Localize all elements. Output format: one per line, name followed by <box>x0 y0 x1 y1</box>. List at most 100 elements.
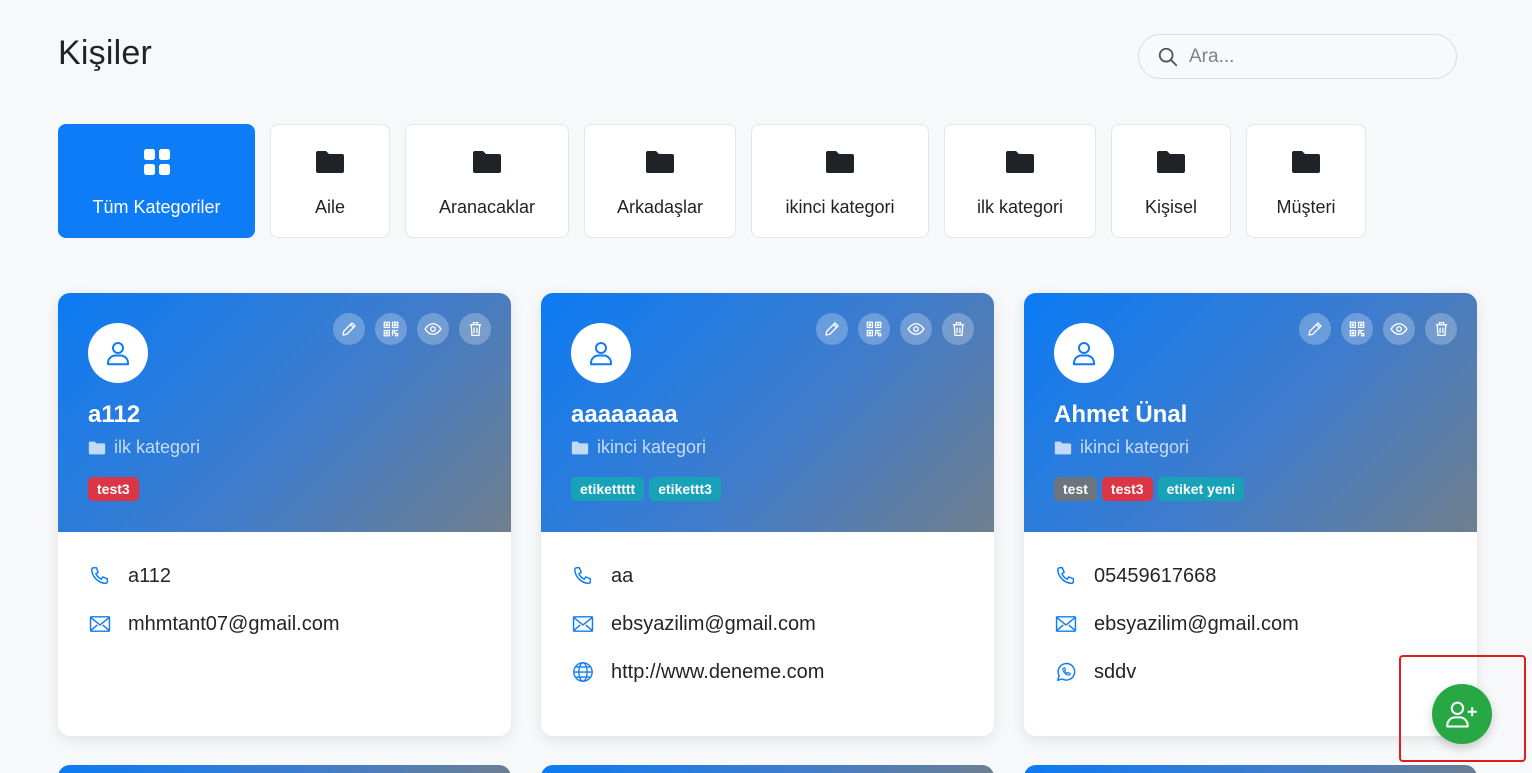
search-icon <box>1158 47 1178 66</box>
contact-card: a112 ilk kategori test3 a112 mhmtant07@g… <box>58 293 511 736</box>
category-aranacaklar[interactable]: Aranacaklar <box>405 124 569 238</box>
contact-category: ikinci kategori <box>1054 437 1189 458</box>
folder-icon <box>826 151 854 173</box>
category-label: Müşteri <box>1276 197 1336 217</box>
tag-badge: test3 <box>88 477 139 501</box>
tag-badge: etikettttt <box>571 477 645 501</box>
contact-card-header: Ahmet Ünal ikinci kategori test test3 et… <box>1024 293 1477 532</box>
phone-icon <box>574 567 592 585</box>
view-button[interactable] <box>900 313 932 345</box>
contact-category: ilk kategori <box>88 437 200 458</box>
category-musteri[interactable]: Müşteri <box>1246 124 1366 238</box>
folder-icon <box>88 441 106 454</box>
contact-card-header: aaaaaaaa ikinci kategori etikettttt etik… <box>541 293 994 532</box>
qr-code-button[interactable] <box>858 313 890 345</box>
category-aile[interactable]: Aile <box>270 124 390 238</box>
delete-button[interactable] <box>1425 313 1457 345</box>
edit-button[interactable] <box>333 313 365 345</box>
search-box[interactable] <box>1138 34 1457 79</box>
user-icon <box>590 342 612 366</box>
contact-name: a112 <box>88 401 141 428</box>
contact-category-label: ikinci kategori <box>1080 437 1190 457</box>
edit-button[interactable] <box>816 313 848 345</box>
phone-icon <box>91 567 109 585</box>
folder-icon <box>1157 151 1185 173</box>
avatar <box>1054 323 1114 383</box>
folder-icon <box>1292 151 1320 173</box>
folder-icon <box>316 151 344 173</box>
tag-badge: etiket yeni <box>1157 477 1245 501</box>
contact-category: ikinci kategori <box>571 437 706 458</box>
envelope-icon <box>1055 616 1077 632</box>
add-contact-button[interactable] <box>1432 684 1492 744</box>
qr-code-icon <box>866 321 882 337</box>
user-icon <box>1073 342 1095 366</box>
phone-icon <box>1057 567 1075 585</box>
category-all[interactable]: Tüm Kategoriler <box>58 124 255 238</box>
contact-card-partial <box>1024 765 1477 773</box>
avatar <box>88 323 148 383</box>
trash-icon <box>1435 321 1447 337</box>
avatar <box>571 323 631 383</box>
contact-phone[interactable]: 05459617668 <box>1094 565 1216 588</box>
eye-icon <box>424 323 442 335</box>
contact-card-header: a112 ilk kategori test3 <box>58 293 511 532</box>
contact-phone[interactable]: a112 <box>128 565 171 588</box>
category-label: Aranacaklar <box>438 197 536 217</box>
user-plus-icon <box>1446 701 1477 728</box>
qr-code-icon <box>1349 321 1365 337</box>
contact-name: aaaaaaaa <box>571 401 678 428</box>
grid-icon <box>143 149 170 175</box>
contact-card-partial <box>58 765 511 773</box>
view-button[interactable] <box>1383 313 1415 345</box>
folder-icon <box>473 151 501 173</box>
category-label: Arkadaşlar <box>616 197 704 217</box>
eye-icon <box>1390 323 1408 335</box>
folder-icon <box>1006 151 1034 173</box>
contact-email[interactable]: mhmtant07@gmail.com <box>128 613 339 636</box>
page-title: Kişiler <box>58 34 152 72</box>
category-arkadaslar[interactable]: Arkadaşlar <box>584 124 736 238</box>
contact-email[interactable]: ebsyazilim@gmail.com <box>1094 613 1299 636</box>
category-ikinci-kategori[interactable]: ikinci kategori <box>751 124 929 238</box>
contact-card-partial <box>541 765 994 773</box>
category-label: Kişisel <box>1144 197 1197 217</box>
envelope-icon <box>572 616 594 632</box>
tag-badge: etikettt3 <box>649 477 721 501</box>
contact-category-label: ilk kategori <box>114 437 201 457</box>
category-label: ikinci kategori <box>785 197 895 217</box>
search-input[interactable] <box>1189 45 1429 68</box>
trash-icon <box>952 321 964 337</box>
eye-icon <box>907 323 925 335</box>
pencil-icon <box>342 322 356 336</box>
qr-code-icon <box>383 321 399 337</box>
folder-icon <box>1054 441 1072 454</box>
folder-icon <box>646 151 674 173</box>
tag-badge: test3 <box>1101 477 1153 501</box>
delete-button[interactable] <box>942 313 974 345</box>
tag-badge: test <box>1054 477 1097 501</box>
user-icon <box>107 342 129 366</box>
view-button[interactable] <box>417 313 449 345</box>
contact-website[interactable]: http://www.deneme.com <box>611 661 824 684</box>
category-ilk-kategori[interactable]: ilk kategori <box>944 124 1096 238</box>
envelope-icon <box>89 616 111 632</box>
qr-code-button[interactable] <box>1341 313 1373 345</box>
category-label: Tüm Kategoriler <box>92 197 221 217</box>
contact-name: Ahmet Ünal <box>1054 401 1188 428</box>
globe-icon <box>573 662 593 682</box>
contact-card: aaaaaaaa ikinci kategori etikettttt etik… <box>541 293 994 736</box>
contact-phone[interactable]: aa <box>611 565 633 588</box>
qr-code-button[interactable] <box>375 313 407 345</box>
contact-email[interactable]: ebsyazilim@gmail.com <box>611 613 816 636</box>
category-label: ilk kategori <box>976 197 1064 217</box>
pencil-icon <box>1308 322 1322 336</box>
category-kisisel[interactable]: Kişisel <box>1111 124 1231 238</box>
contact-whatsapp[interactable]: sddv <box>1094 661 1136 684</box>
trash-icon <box>469 321 481 337</box>
delete-button[interactable] <box>459 313 491 345</box>
whatsapp-icon <box>1057 662 1076 681</box>
contact-category-label: ikinci kategori <box>597 437 707 457</box>
edit-button[interactable] <box>1299 313 1331 345</box>
folder-icon <box>571 441 589 454</box>
